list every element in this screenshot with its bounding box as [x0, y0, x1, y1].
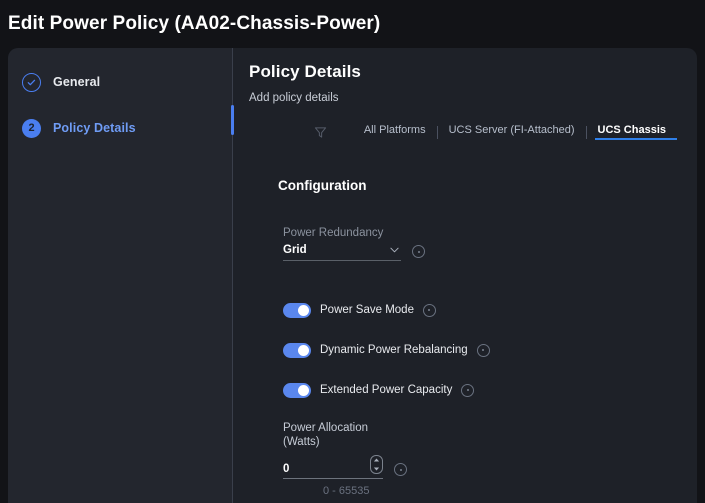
power-allocation-input[interactable]: 0	[283, 455, 383, 479]
sidebar-item-label: Policy Details	[53, 121, 136, 135]
spinner-stepper-icon[interactable]	[370, 455, 383, 474]
dynamic-power-rebalancing-toggle[interactable]	[283, 342, 311, 358]
power-allocation-label-line1: Power Allocation	[283, 422, 369, 434]
power-redundancy-label: Power Redundancy	[283, 227, 384, 239]
sidebar-item-label: General	[53, 75, 101, 89]
configuration-body: Power Redundancy Grid Power Save Mode Dy…	[283, 227, 681, 497]
dialog-panel: General 2 Policy Details Policy Details …	[8, 48, 697, 503]
funnel-filter-icon[interactable]	[314, 126, 327, 139]
wizard-sidebar: General 2 Policy Details	[8, 48, 234, 503]
power-allocation-row: 0	[283, 455, 681, 479]
info-icon[interactable]	[394, 463, 407, 476]
power-redundancy-field: Power Redundancy Grid	[283, 227, 681, 261]
active-step-indicator	[231, 105, 234, 135]
info-icon[interactable]	[461, 383, 475, 397]
section-subtitle: Add policy details	[249, 92, 339, 104]
power-redundancy-row: Grid	[283, 244, 681, 261]
extended-power-capacity-label: Extended Power Capacity	[320, 384, 453, 396]
tab-ucs-chassis[interactable]: UCS Chassis	[587, 124, 678, 140]
toggle-row-power-save-mode: Power Save Mode	[283, 301, 681, 319]
info-icon[interactable]	[412, 245, 425, 258]
stepper-up-arrow	[373, 458, 380, 462]
power-save-mode-label: Power Save Mode	[320, 304, 414, 316]
toggle-row-extended-power-capacity: Extended Power Capacity	[283, 381, 681, 399]
power-allocation-label-line2: (Watts)	[283, 436, 320, 448]
chevron-down-icon	[390, 247, 399, 253]
check-circle-icon	[22, 72, 41, 92]
platform-tabs: All Platforms UCS Server (FI-Attached) U…	[249, 122, 681, 142]
toggle-row-dynamic-power-rebalancing: Dynamic Power Rebalancing	[283, 341, 681, 359]
tab-all-platforms[interactable]: All Platforms	[353, 124, 437, 140]
window-header: Edit Power Policy (AA02-Chassis-Power)	[0, 0, 705, 48]
extended-power-capacity-toggle[interactable]	[283, 382, 311, 398]
sidebar-item-policy-details[interactable]: 2 Policy Details	[8, 113, 232, 143]
power-save-mode-toggle[interactable]	[283, 302, 311, 318]
power-allocation-label: Power Allocation (Watts)	[283, 421, 681, 449]
power-redundancy-select[interactable]: Grid	[283, 244, 401, 261]
power-allocation-field: Power Allocation (Watts) 0 0 - 65535	[283, 421, 681, 497]
section-title: Policy Details	[249, 62, 361, 81]
configuration-heading: Configuration	[278, 178, 367, 193]
power-allocation-hint: 0 - 65535	[323, 485, 370, 497]
power-redundancy-value: Grid	[283, 244, 307, 256]
dynamic-power-rebalancing-label: Dynamic Power Rebalancing	[320, 344, 468, 356]
sidebar-item-general[interactable]: General	[8, 67, 232, 97]
page-title: Edit Power Policy (AA02-Chassis-Power)	[8, 13, 381, 34]
step-number-badge: 2	[22, 118, 41, 138]
stepper-down-arrow	[373, 467, 380, 471]
info-icon[interactable]	[422, 303, 436, 317]
toggle-group: Power Save Mode Dynamic Power Rebalancin…	[283, 301, 681, 399]
info-icon[interactable]	[476, 343, 490, 357]
power-allocation-value: 0	[283, 463, 290, 475]
content-pane: Policy Details Add policy details All Pl…	[232, 48, 697, 503]
tab-ucs-server-fi-attached[interactable]: UCS Server (FI-Attached)	[438, 124, 586, 140]
